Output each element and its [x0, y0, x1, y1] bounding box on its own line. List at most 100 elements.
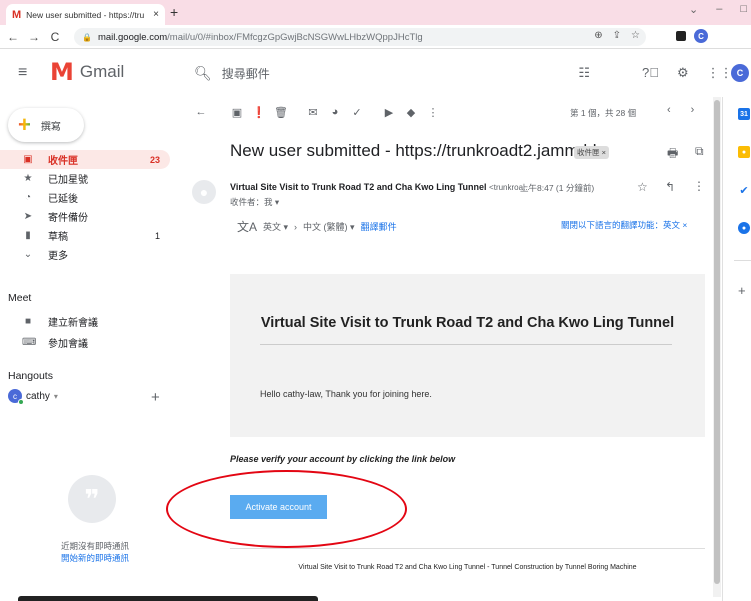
hangouts-user[interactable]: c cathy ▾: [8, 389, 58, 405]
no-chats-text: 近期沒有即時通訊: [60, 541, 129, 551]
taskbar-strip: [18, 596, 318, 601]
side-panel-divider: [734, 260, 751, 261]
search-bar[interactable]: 🔍︎ 搜尋郵件 ☷: [180, 56, 610, 90]
url-input[interactable]: 🔒 mail.google.com/mail/u/0/#inbox/FMfcgz…: [74, 28, 646, 46]
contacts-icon[interactable]: ●: [738, 222, 750, 234]
open-new-window-icon[interactable]: ⧉: [695, 144, 704, 159]
menu-icon[interactable]: ≡: [18, 64, 27, 82]
browser-tab[interactable]: M New user submitted - https://tru ×: [6, 4, 165, 25]
reload-icon[interactable]: C: [47, 30, 63, 44]
chat-bubble-icon: ❞: [68, 475, 116, 523]
snooze-icon[interactable]: ◕: [324, 106, 346, 118]
gmail-logo[interactable]: M Gmail: [50, 60, 124, 84]
keep-icon[interactable]: ●: [738, 146, 750, 158]
calendar-icon[interactable]: 31: [738, 108, 750, 120]
send-icon: ➤: [23, 211, 33, 222]
mark-unread-icon[interactable]: ✉: [302, 106, 324, 119]
inbox-label-chip[interactable]: 收件匣 ×: [574, 146, 609, 159]
sidebar-item-starred[interactable]: ★ 已加星號: [0, 169, 170, 188]
target-language-select[interactable]: 中文 (繁體) ▾: [303, 220, 355, 233]
side-panel: [722, 97, 751, 601]
inbox-icon: ▣: [23, 154, 33, 165]
account-avatar[interactable]: C: [731, 64, 749, 82]
sidebar-item-drafts[interactable]: ▮ 草稿 1: [0, 226, 170, 245]
sidepanel-icon[interactable]: [676, 31, 686, 41]
move-to-icon[interactable]: ▶: [378, 106, 400, 119]
browser-tab-strip: M New user submitted - https://tru × + ⌄…: [0, 0, 751, 25]
profile-avatar[interactable]: C: [694, 29, 708, 43]
tasks-icon[interactable]: ✔: [738, 184, 750, 197]
compose-button[interactable]: + 撰寫: [8, 108, 84, 142]
message-toolbar: ← ▣ ❗ 🗑︎ ✉ ◕ ✓ ▶ ◆ ⋮: [190, 100, 720, 124]
scrollbar-thumb[interactable]: [714, 100, 720, 584]
archive-icon[interactable]: ▣: [226, 106, 248, 119]
chevron-down-icon[interactable]: ⌄: [689, 3, 698, 16]
reply-icon[interactable]: ↰: [665, 180, 675, 194]
star-outline-icon[interactable]: ☆: [637, 180, 648, 194]
meet-join-meeting[interactable]: ⌨ 參加會議: [0, 333, 170, 352]
activate-account-button[interactable]: Activate account: [230, 495, 327, 519]
more-options-icon[interactable]: ⋮: [422, 106, 444, 119]
forward-icon[interactable]: →: [26, 30, 42, 44]
message-time: 上午8:47 (1 分鐘前): [520, 183, 595, 193]
label-icon[interactable]: ◆: [400, 106, 422, 119]
sender-name: Virtual Site Visit to Trunk Road T2 and …: [230, 182, 530, 192]
unread-count: 23: [149, 154, 160, 165]
sidebar-item-snoozed[interactable]: ◔ 已延後: [0, 188, 170, 207]
minimize-icon[interactable]: –: [716, 3, 722, 16]
sidebar-item-label: 收件匣: [48, 156, 78, 167]
footer-divider: [230, 548, 705, 549]
sidebar-item-label: 已延後: [48, 194, 78, 205]
hangouts-avatar: c: [8, 389, 24, 405]
caret-down-icon: ▾: [53, 391, 58, 401]
source-language-select[interactable]: 英文 ▾: [263, 220, 288, 233]
url-host: mail.google.com: [97, 31, 168, 43]
settings-gear-icon[interactable]: ⚙: [677, 65, 689, 81]
help-icon[interactable]: ?⃝: [642, 65, 659, 81]
verify-instructions: Please verify your account by clicking t…: [230, 454, 456, 464]
add-chat-icon[interactable]: +: [151, 389, 160, 406]
search-options-icon[interactable]: ☷: [578, 65, 590, 81]
gmail-favicon-icon: M: [12, 8, 22, 21]
bookmark-star-icon[interactable]: ☆: [631, 30, 640, 41]
report-spam-icon[interactable]: ❗: [248, 106, 270, 119]
translate-message-link[interactable]: 翻譯郵件: [361, 220, 397, 233]
sidebar-item-sent[interactable]: ➤ 寄件備份: [0, 207, 170, 226]
meet-new-meeting[interactable]: ■ 建立新會議: [0, 312, 170, 331]
get-addons-icon[interactable]: +: [738, 283, 746, 298]
sidebar-item-more[interactable]: ⌄ 更多: [0, 245, 170, 264]
hangouts-section-title: Hangouts: [8, 370, 53, 382]
sidebar-item-inbox[interactable]: ▣ 收件匣 23: [0, 150, 170, 169]
meet-item-label: 參加會議: [48, 339, 88, 350]
new-tab-button[interactable]: +: [170, 4, 178, 20]
share-icon[interactable]: ⇪: [613, 30, 621, 41]
print-icon[interactable]: 🖶: [667, 144, 678, 165]
add-task-icon[interactable]: ✓: [346, 106, 368, 119]
turn-off-translation-link[interactable]: 關閉以下語言的翻譯功能：英文 ×: [561, 219, 687, 231]
hangouts-user-name: cathy: [26, 390, 50, 402]
start-chat-link[interactable]: 開始新的即時通訊: [0, 552, 190, 564]
newer-icon[interactable]: ‹: [667, 104, 671, 116]
maximize-icon[interactable]: □: [740, 3, 747, 16]
search-input[interactable]: 搜尋郵件: [222, 65, 579, 82]
no-chats-message: 近期沒有即時通訊 開始新的即時通訊: [0, 540, 190, 564]
more-vert-icon[interactable]: ⋮: [693, 179, 705, 193]
sidebar-item-label: 草稿: [48, 232, 68, 243]
delete-icon[interactable]: 🗑︎: [270, 106, 292, 119]
back-arrow-icon[interactable]: ←: [190, 106, 212, 118]
email-footer: Virtual Site Visit to Trunk Road T2 and …: [298, 564, 637, 571]
apps-grid-icon[interactable]: ⋮⋮: [707, 65, 733, 81]
older-icon[interactable]: ›: [691, 104, 695, 116]
sidebar-item-label: 已加星號: [48, 175, 88, 186]
divider: [260, 344, 672, 345]
zoom-icon[interactable]: ⊕: [594, 30, 602, 41]
arrow-icon: ›: [294, 221, 298, 232]
tab-close-icon[interactable]: ×: [153, 9, 159, 20]
chevron-down-icon: ⌄: [23, 249, 33, 260]
sender-avatar: ●: [192, 180, 216, 204]
meet-section-title: Meet: [8, 292, 32, 304]
sidebar-item-label: 寄件備份: [48, 213, 88, 224]
back-icon[interactable]: ←: [5, 30, 21, 44]
search-icon[interactable]: 🔍︎: [194, 65, 212, 82]
recipient-line[interactable]: 收件者：我 ▾: [230, 196, 279, 208]
